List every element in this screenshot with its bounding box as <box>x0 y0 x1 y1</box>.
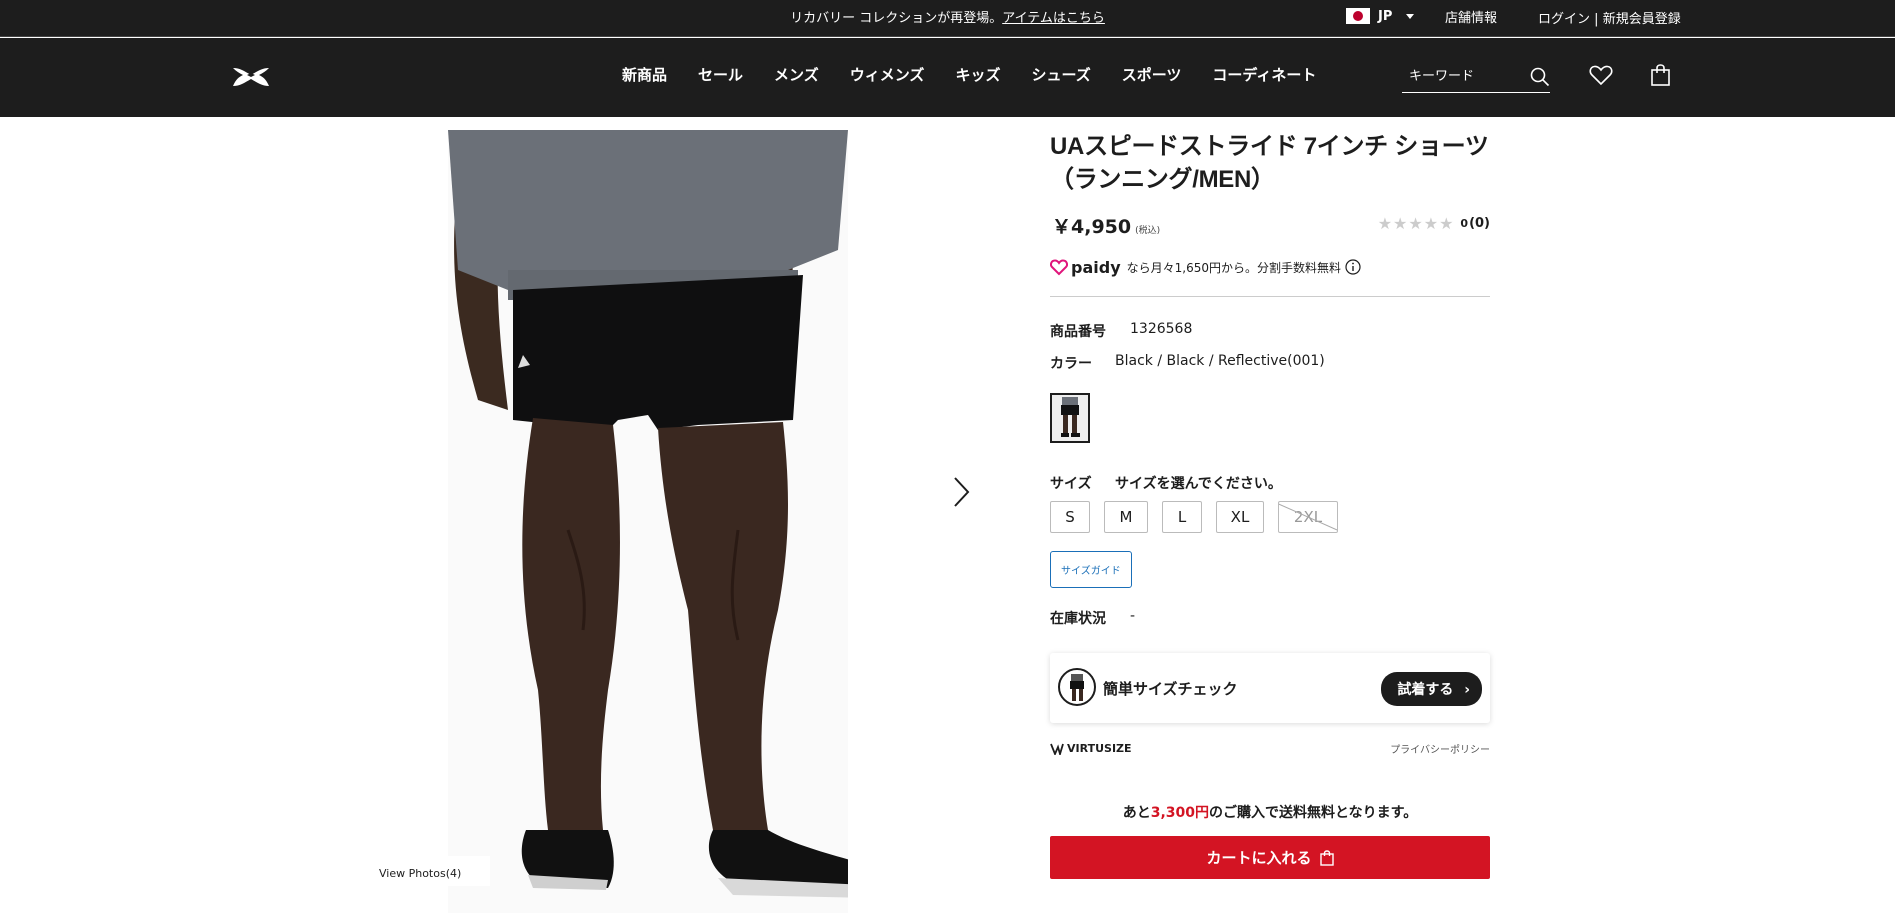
sku-label: 商品番号 <box>1050 324 1106 340</box>
heart-icon[interactable] <box>1589 64 1613 86</box>
search-icon[interactable] <box>1530 67 1550 87</box>
under-armour-logo-icon[interactable] <box>230 66 272 88</box>
paidy-text: なら月々1,650円から。分割手数料無料 <box>1126 260 1341 275</box>
try-on-label: 試着する <box>1397 682 1454 698</box>
size-options: S M L XL 2XL <box>1050 501 1490 533</box>
size-option-l[interactable]: L <box>1162 501 1202 533</box>
caret-down-icon <box>1406 13 1415 19</box>
login-link[interactable]: ログイン <box>1538 12 1590 27</box>
size-option-xl[interactable]: XL <box>1216 501 1264 533</box>
add-to-cart-button[interactable]: カートに入れる <box>1050 836 1490 879</box>
tax-note: (税込) <box>1135 226 1161 236</box>
shopping-bag-icon[interactable] <box>1651 64 1670 86</box>
chevron-right-icon[interactable] <box>952 476 970 508</box>
virtusize-logo-icon <box>1050 743 1064 755</box>
nav-item-coordinate[interactable]: コーディネート <box>1212 64 1316 85</box>
nav-item-sports[interactable]: スポーツ <box>1122 64 1182 85</box>
paidy-logo: paidy <box>1050 258 1121 277</box>
color-label: カラー <box>1050 356 1092 372</box>
color-swatch[interactable] <box>1050 393 1090 443</box>
color-row: カラー Black / Black / Reflective(001) <box>1050 353 1490 373</box>
size-option-2xl[interactable]: 2XL <box>1278 501 1338 533</box>
announcement-text: リカバリー コレクションが再登場。 <box>790 11 1003 26</box>
stock-row: 在庫状況 - <box>1050 608 1490 628</box>
nav-item-new[interactable]: 新商品 <box>622 64 667 85</box>
nav-item-sale[interactable]: セール <box>698 64 743 85</box>
virtusize-avatar <box>1058 668 1096 706</box>
view-photos-button[interactable]: View Photos(4) <box>370 856 490 886</box>
title-line-1: UAスピードストライド 7インチ ショーツ <box>1050 133 1489 160</box>
rating-value: 0 <box>1460 217 1469 230</box>
price-value: ￥4,950 <box>1052 216 1132 238</box>
store-info-link[interactable]: 店舗情報 <box>1445 7 1497 26</box>
nav-item-womens[interactable]: ウィメンズ <box>850 64 925 85</box>
shopping-bag-icon <box>1319 849 1334 866</box>
nav-item-shoes[interactable]: シューズ <box>1031 64 1090 85</box>
account-links: ログイン | 新規会員登録 <box>1538 8 1681 27</box>
price: ￥4,950 (税込) <box>1052 212 1160 239</box>
product-title: UAスピードストライド 7インチ ショーツ （ランニング/MEN） <box>1050 130 1490 196</box>
rating[interactable]: ★ ★ ★ ★ ★ 0 (0) <box>1378 214 1490 233</box>
star-icon: ★ <box>1377 214 1393 233</box>
main-header: 新商品 セール メンズ ウィメンズ キッズ シューズ スポーツ コーディネート <box>0 38 1895 117</box>
star-icon: ★ <box>1393 214 1408 233</box>
product-image <box>448 130 848 913</box>
size-prompt: サイズを選んでください。 <box>1115 476 1282 492</box>
product-info: UAスピードストライド 7インチ ショーツ （ランニング/MEN） ￥4,950… <box>1050 130 1490 879</box>
virtusize-brand-label: VIRTUSIZE <box>1067 742 1132 755</box>
sku-value: 1326568 <box>1130 321 1193 337</box>
announcement-link[interactable]: アイテムはこちら <box>1002 11 1105 26</box>
privacy-policy-link[interactable]: プライバシーポリシー <box>1390 741 1490 756</box>
locale-label: JP <box>1378 8 1393 24</box>
title-line-2: （ランニング/MEN） <box>1050 166 1275 193</box>
shipping-amount: 3,300円 <box>1150 805 1210 821</box>
size-row: サイズ サイズを選んでください。 <box>1050 473 1490 493</box>
virtusize-footer: VIRTUSIZE プライバシーポリシー <box>1050 741 1490 756</box>
virtusize-label: 簡単サイズチェック <box>1103 680 1238 698</box>
paidy-brand: paidy <box>1071 257 1121 277</box>
size-option-m[interactable]: M <box>1104 501 1148 533</box>
japan-flag-icon <box>1346 8 1370 24</box>
main-nav: 新商品 セール メンズ ウィメンズ キッズ シューズ スポーツ コーディネート <box>622 64 1347 85</box>
announcement-bar: リカバリー コレクションが再登場。アイテムはこちら JP 店舗情報 ログイン |… <box>0 0 1895 37</box>
add-to-cart-label: カートに入れる <box>1206 849 1312 867</box>
price-row: ￥4,950 (税込) ★ ★ ★ ★ ★ 0 (0) <box>1050 212 1490 252</box>
search-box <box>1402 63 1550 93</box>
body-silhouette-icon <box>1070 674 1084 701</box>
shipping-prefix: あと <box>1122 805 1151 821</box>
divider <box>1050 296 1490 297</box>
nav-item-kids[interactable]: キッズ <box>955 64 1000 85</box>
stock-value: - <box>1130 608 1136 624</box>
chevron-right-icon: › <box>1464 682 1470 698</box>
rating-count: (0) <box>1469 216 1490 231</box>
paidy-row: paidy なら月々1,650円から。分割手数料無料 <box>1050 254 1490 280</box>
product-photo[interactable] <box>448 130 848 913</box>
stock-label: 在庫状況 <box>1050 611 1106 627</box>
try-on-button[interactable]: 試着する › <box>1381 672 1482 706</box>
star-icon: ★ <box>1423 214 1439 233</box>
color-value: Black / Black / Reflective(001) <box>1115 353 1325 369</box>
nav-item-mens[interactable]: メンズ <box>774 64 819 85</box>
info-icon[interactable] <box>1345 259 1361 275</box>
sku-row: 商品番号 1326568 <box>1050 321 1490 341</box>
locale-selector[interactable]: JP <box>1346 8 1415 24</box>
virtusize-widget: 簡単サイズチェック 試着する › <box>1050 653 1490 723</box>
free-shipping-note: あと3,300円のご購入で送料無料となります。 <box>1050 802 1490 822</box>
star-icon: ★ <box>1439 214 1454 233</box>
register-link[interactable]: 新規会員登録 <box>1603 12 1681 27</box>
star-icon: ★ <box>1408 214 1423 233</box>
size-option-s[interactable]: S <box>1050 501 1090 533</box>
swatch-thumbnail <box>1061 397 1080 437</box>
size-guide-button[interactable]: サイズガイド <box>1050 551 1132 588</box>
separator: | <box>1594 12 1599 27</box>
size-label: サイズ <box>1050 476 1092 492</box>
search-input[interactable] <box>1402 63 1512 90</box>
shipping-suffix: のご購入で送料無料となります。 <box>1209 805 1418 821</box>
paidy-heart-icon <box>1050 259 1068 276</box>
virtusize-brand: VIRTUSIZE <box>1050 742 1132 755</box>
